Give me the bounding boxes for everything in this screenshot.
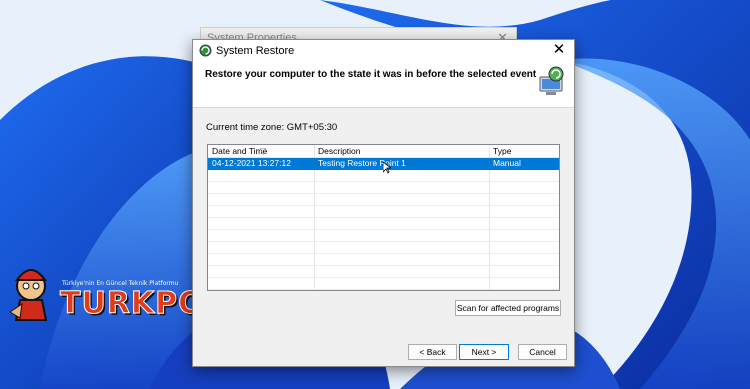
header-text: Restore your computer to the state it wa… (205, 69, 537, 80)
dialog-header: Restore your computer to the state it wa… (193, 62, 574, 108)
next-button[interactable]: Next > (459, 344, 509, 360)
empty-row (208, 254, 559, 266)
column-header-description[interactable]: Description (318, 146, 361, 156)
system-restore-icon (199, 44, 212, 57)
column-header-date[interactable]: Date and Time (212, 146, 267, 156)
cancel-button[interactable]: Cancel (518, 344, 567, 360)
cell-date: 04-12-2021 13:27:12 (212, 158, 291, 168)
empty-row (208, 206, 559, 218)
close-icon[interactable]: ✕ (550, 41, 568, 59)
scan-affected-programs-button[interactable]: Scan for affected programs (455, 300, 561, 316)
empty-row (208, 278, 559, 290)
empty-row (208, 194, 559, 206)
empty-row (208, 182, 559, 194)
empty-row (208, 242, 559, 254)
cell-description: Testing Restore Point 1 (318, 158, 406, 168)
cell-type: Manual (493, 158, 521, 168)
title-bar: System Restore ✕ (193, 40, 574, 62)
list-header: Date and Time ▽ Description Type (208, 145, 559, 158)
sort-arrow-icon: ▽ (260, 146, 267, 156)
turkpoms-logo: Türkiye'nin En Güncel Teknik Platformu T… (6, 262, 258, 330)
mascot-icon (9, 269, 48, 321)
empty-row (208, 230, 559, 242)
timezone-label: Current time zone: GMT+05:30 (206, 122, 338, 133)
column-header-type[interactable]: Type (493, 146, 511, 156)
empty-row (208, 266, 559, 278)
mouse-cursor-icon (383, 162, 391, 174)
restore-computer-icon (539, 66, 564, 95)
back-button[interactable]: < Back (408, 344, 457, 360)
empty-row (208, 218, 559, 230)
system-restore-dialog: System Restore ✕ Restore your computer t… (192, 39, 575, 367)
dialog-title: System Restore (216, 45, 295, 57)
